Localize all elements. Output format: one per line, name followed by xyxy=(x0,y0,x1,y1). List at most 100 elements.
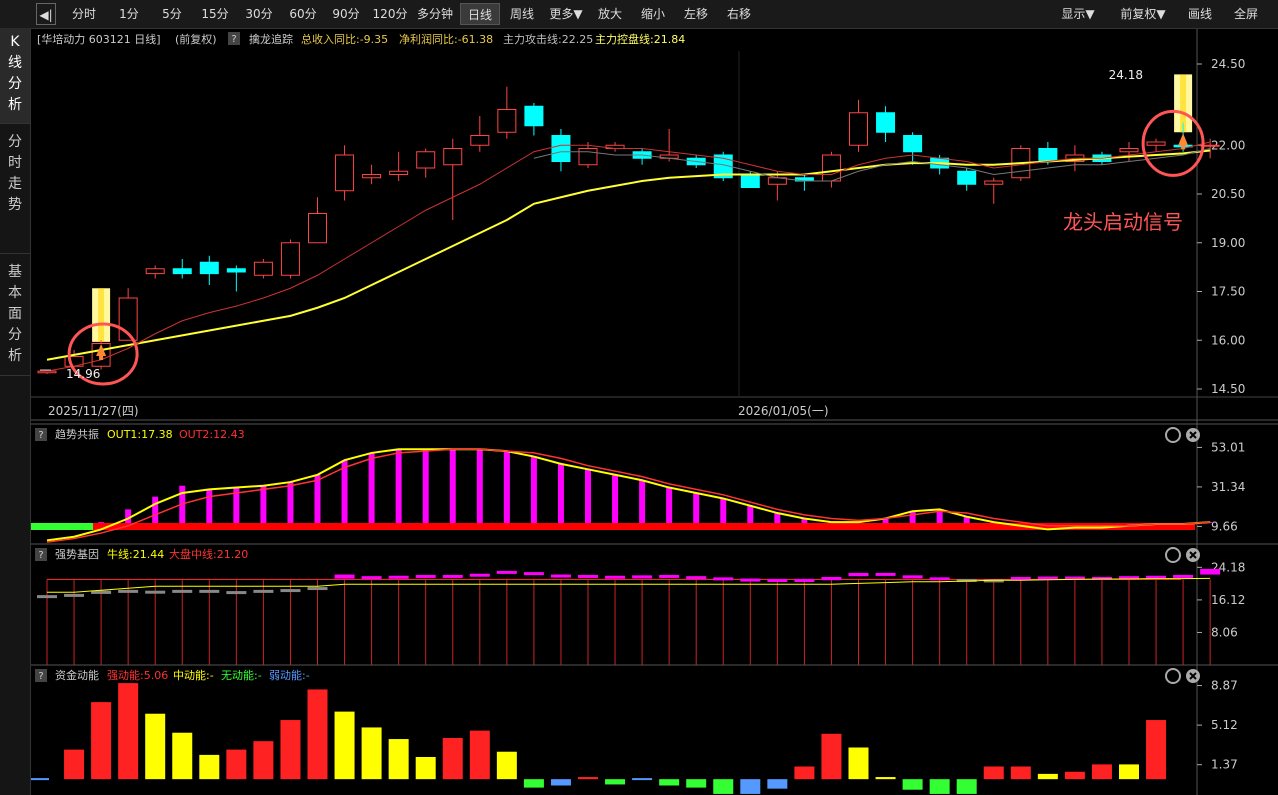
panel4-bar xyxy=(415,757,436,780)
panel4-bar xyxy=(523,779,544,788)
sidebar-tab-2[interactable]: 基本面分析 xyxy=(0,258,30,376)
panel3-bar xyxy=(1010,576,1031,580)
toolbar-btn-7[interactable]: 120分 xyxy=(370,3,410,25)
toolbar-btn-4[interactable]: 30分 xyxy=(238,3,280,25)
sidebar-tab-char: 分 xyxy=(8,134,22,150)
panel3-bar xyxy=(199,589,220,593)
panel3-bar xyxy=(686,576,707,580)
panel3-y-tick-label: 8.06 xyxy=(1211,625,1238,639)
collapse-icon[interactable]: ◀| xyxy=(36,3,56,25)
candle-body xyxy=(226,268,246,273)
toolbar-btn-1[interactable]: 1分 xyxy=(109,3,149,25)
signal-highlight-core xyxy=(98,288,105,342)
candle-body xyxy=(957,170,977,185)
settings-icon xyxy=(1165,668,1181,684)
candle-body xyxy=(37,370,57,374)
panel2-y-tick-label: 9.66 xyxy=(1211,519,1238,533)
panel4-bar xyxy=(821,733,842,780)
candle-body xyxy=(849,112,868,146)
panel3-bar xyxy=(172,589,193,593)
panel3-bar xyxy=(442,574,463,578)
panel2-bar xyxy=(530,456,537,523)
panel2-bar xyxy=(287,482,294,523)
toolbar-btn-2[interactable]: 5分 xyxy=(152,3,192,25)
toolbar-right-btn-3[interactable]: 全屏 xyxy=(1226,3,1266,25)
panel2-bar xyxy=(720,498,727,523)
toolbar-btn-6[interactable]: 90分 xyxy=(326,3,366,25)
panel3-value-0: 牛线:21.44 xyxy=(107,547,164,561)
toolbar-btn-10[interactable]: 周线 xyxy=(502,3,542,25)
panel4-bar xyxy=(469,730,490,780)
panel2-bar xyxy=(341,460,348,523)
toolbar-right-btn-2[interactable]: 画线 xyxy=(1180,3,1220,25)
panel3-y-tick-label: 16.12 xyxy=(1211,593,1245,607)
panel3-bar xyxy=(713,577,734,581)
panel4-bar xyxy=(956,779,977,794)
panel3-bar xyxy=(226,591,247,595)
toolbar-btn-5[interactable]: 60分 xyxy=(283,3,323,25)
help-icon-glyph: ? xyxy=(231,34,236,45)
panel4-bar xyxy=(848,747,869,780)
toolbar-right-btn-0[interactable]: 显示▼ xyxy=(1052,3,1104,25)
candle-body xyxy=(308,213,327,244)
panel2-bar xyxy=(152,496,159,523)
toolbar-btn-3[interactable]: 15分 xyxy=(195,3,235,25)
sidebar-tab-char: 时 xyxy=(8,155,22,171)
panel3-bar xyxy=(523,572,544,576)
candle-body xyxy=(740,174,760,188)
main-header-mode: (前复权) xyxy=(175,32,217,46)
panel2-bar xyxy=(774,513,781,523)
panel4-bar xyxy=(1119,764,1139,780)
sidebar-tab-char: 面 xyxy=(8,306,22,322)
toolbar-btn-0[interactable]: 分时 xyxy=(62,3,106,25)
panel4-bar xyxy=(659,779,680,786)
candle-body xyxy=(280,242,300,276)
toolbar-right-btn-1[interactable]: 前复权▼ xyxy=(1110,3,1176,25)
main-value-2: 主力攻击线:22.25 xyxy=(503,32,593,46)
panel3-bar xyxy=(388,575,409,579)
panel4-bar xyxy=(767,779,788,789)
panel3-bar xyxy=(118,589,139,593)
toolbar-btn-15[interactable]: 右移 xyxy=(719,3,759,25)
panel2-bar xyxy=(747,505,754,523)
panel4-bar xyxy=(361,727,382,780)
panel4-bar xyxy=(118,683,139,780)
panel4-value-2: 无动能:- xyxy=(221,668,262,682)
panel4-bar xyxy=(632,778,653,781)
panel3-bar xyxy=(875,572,896,576)
toolbar-btn-14[interactable]: 左移 xyxy=(676,3,716,25)
candle-body xyxy=(443,148,463,166)
sidebar-tab-0[interactable]: K线分析 xyxy=(0,28,30,124)
toolbar-btn-12[interactable]: 放大 xyxy=(590,3,630,25)
toolbar-btn-8[interactable]: 多分钟 xyxy=(413,3,457,25)
panel2-bar xyxy=(314,474,321,523)
panel4-y-tick-label: 8.87 xyxy=(1211,679,1238,693)
sidebar-tab-1[interactable]: 分时走势 xyxy=(0,128,30,254)
toolbar-btn-13[interactable]: 缩小 xyxy=(633,3,673,25)
panel3-bar xyxy=(496,570,517,574)
panel2-bar xyxy=(909,511,916,523)
toolbar-btn-9[interactable]: 日线 xyxy=(460,3,500,25)
panel3-bar xyxy=(307,587,328,591)
sidebar-tab-char: 分 xyxy=(8,76,22,92)
panel4-value-3: 弱动能:- xyxy=(269,668,310,682)
panel4-bar xyxy=(1146,720,1167,780)
panel3-title: 强势基因 xyxy=(55,548,99,561)
toolbar-btn-11[interactable]: 更多▼ xyxy=(545,3,587,25)
candle-body xyxy=(362,174,382,179)
panel3-bar xyxy=(605,575,626,579)
panel3-bar xyxy=(632,575,653,579)
sidebar-tab-char: 分 xyxy=(8,327,22,343)
panel4-bar xyxy=(605,779,626,785)
panel4-bar xyxy=(1037,773,1058,780)
sidebar-tab-char: 势 xyxy=(8,197,22,213)
candle-body xyxy=(1146,141,1166,146)
date-label-right: 2026/01/05(一) xyxy=(738,404,829,418)
panel4-value-0: 强动能:5.06 xyxy=(107,668,168,682)
candle-body xyxy=(551,135,571,162)
settings-icon xyxy=(1165,547,1181,563)
sidebar-tab-char: 线 xyxy=(8,55,22,71)
help-icon-glyph: ? xyxy=(38,671,43,682)
panel4-bar xyxy=(875,777,896,780)
panel4-y-tick-label: 5.12 xyxy=(1211,718,1238,732)
